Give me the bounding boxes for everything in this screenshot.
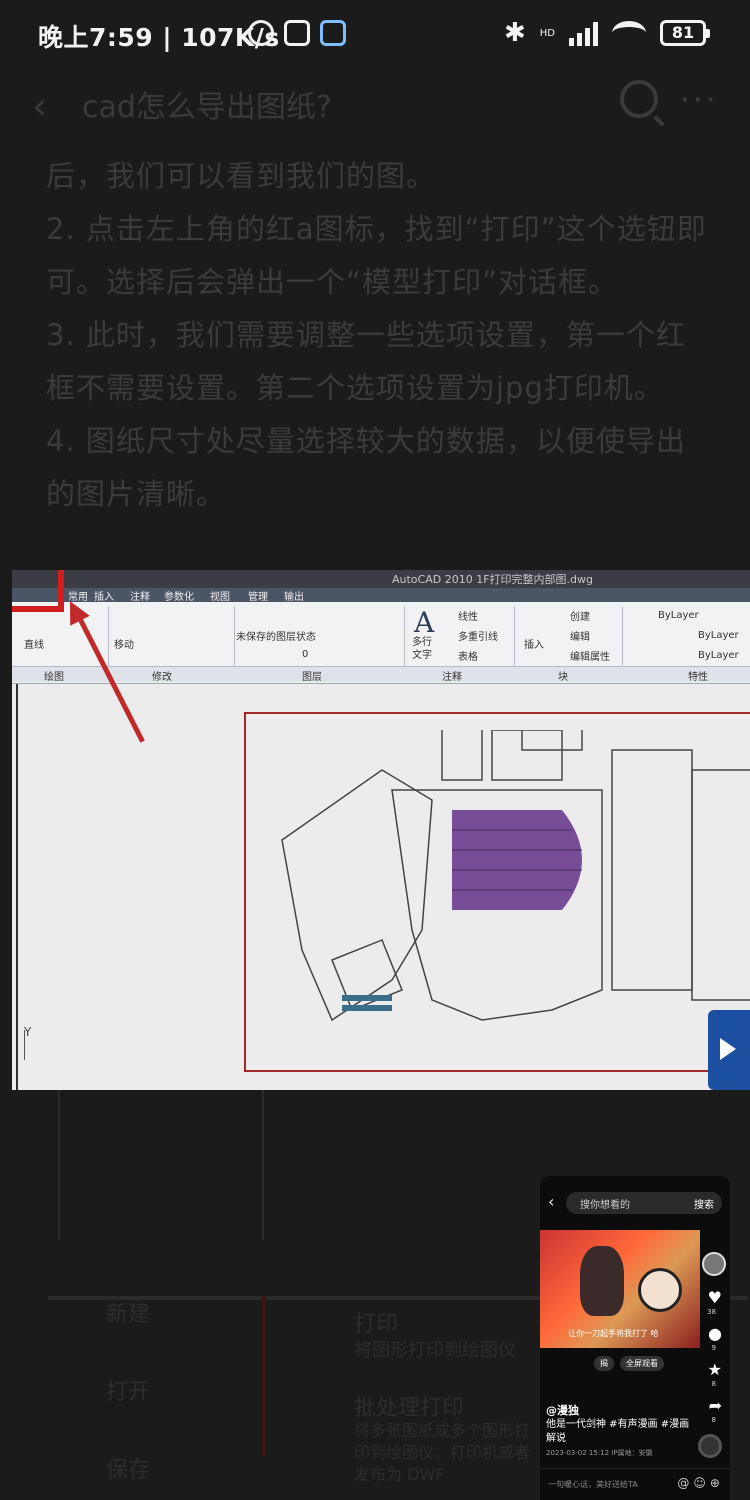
comment-bar[interactable]: 一句暖心话，美好送给TA @☺⊕ bbox=[540, 1468, 730, 1500]
video-play-icon[interactable] bbox=[708, 1010, 750, 1090]
cad-ribbon-label: 移动 bbox=[114, 640, 134, 651]
mini-action-pills: 揭 全屏观看 bbox=[594, 1356, 664, 1371]
cad-ribbon-label: 插入 bbox=[524, 640, 544, 651]
mini-topbar: ‹ 搜你想看的 搜索 bbox=[540, 1190, 730, 1216]
ghost-divider bbox=[58, 1090, 60, 1240]
cad-ribbon-label: ByLayer bbox=[658, 610, 699, 621]
hd-badge: HD bbox=[539, 27, 555, 39]
cad-panel-label: 绘图 bbox=[44, 672, 64, 683]
cad-menu-item: 注释 bbox=[130, 592, 150, 603]
like-count: 38 bbox=[707, 1308, 716, 1316]
cad-panel-label: 块 bbox=[558, 672, 568, 683]
article-image-autocad[interactable]: AutoCAD 2010 1F打印完整内部图.dwg 常用 插入 注释 参数化 … bbox=[12, 570, 750, 1090]
alarm-icon bbox=[248, 20, 274, 46]
cad-panel-label: 注释 bbox=[442, 672, 462, 683]
comment-icon[interactable]: ● bbox=[708, 1324, 722, 1343]
bluetooth-icon: ✱ bbox=[503, 18, 526, 48]
cad-panel-label: 修改 bbox=[152, 672, 172, 683]
cad-menu-item: 管理 bbox=[248, 592, 268, 603]
comment-tools-icon[interactable]: @☺⊕ bbox=[677, 1476, 724, 1490]
video-meta: 2023-03-02 15:12 IP属地：安徽 bbox=[546, 1449, 653, 1457]
chevron-left-icon[interactable]: ‹ bbox=[548, 1192, 554, 1211]
comment-count: 9 bbox=[711, 1344, 716, 1352]
cad-panel-bar bbox=[12, 666, 750, 682]
avatar[interactable] bbox=[702, 1252, 726, 1276]
cad-ribbon-label: 编辑 bbox=[570, 632, 590, 643]
text-icon: A bbox=[414, 606, 435, 639]
cad-ribbon-label: 线性 bbox=[458, 612, 478, 623]
mini-pill[interactable]: 揭 bbox=[594, 1356, 614, 1371]
nav-bar: ‹ cad怎么导出图纸? ··· bbox=[0, 70, 750, 140]
cad-drawing-border bbox=[16, 684, 18, 1090]
cad-menu-item: 参数化 bbox=[164, 592, 194, 603]
status-system-icons: ✱ HD 81 bbox=[503, 18, 710, 48]
cad-ribbon-label: 创建 bbox=[570, 612, 590, 623]
ghost-highlight bbox=[262, 1296, 266, 1456]
cad-floorplan bbox=[281, 730, 750, 1022]
more-icon[interactable]: ··· bbox=[680, 80, 718, 120]
cad-ribbon-label: 0 bbox=[302, 649, 309, 660]
cad-ribbon-label: 编辑属性 bbox=[570, 652, 610, 663]
star-icon[interactable]: ★ bbox=[708, 1360, 722, 1379]
article-paragraph: 3. 此时，我们需要调整一些选项设置，第一个红框不需要设置。第二个选项设置为jp… bbox=[46, 318, 686, 405]
page-title: cad怎么导出图纸? bbox=[82, 90, 332, 125]
battery-level: 81 bbox=[671, 23, 695, 42]
cad-menubar bbox=[12, 588, 750, 602]
heart-icon[interactable]: ♥ bbox=[708, 1288, 722, 1307]
comment-input[interactable]: 一句暖心话，美好送给TA bbox=[548, 1479, 638, 1490]
cad-panel-label: 特性 bbox=[688, 672, 708, 683]
video-character bbox=[638, 1268, 682, 1312]
ghost-menu-batch-desc: 将多张图纸或多个图形打印到绘图仪、打印机或者发布为 DWF bbox=[354, 1421, 531, 1484]
nfc-icon bbox=[284, 20, 310, 46]
music-disc-icon[interactable] bbox=[698, 1434, 722, 1458]
video-author[interactable]: @漫独 bbox=[546, 1402, 579, 1418]
ghost-menu-save: 保存 bbox=[106, 1458, 151, 1483]
cad-menu-item: 插入 bbox=[94, 592, 114, 603]
article-paragraph: 2. 点击左上角的红a图标，找到“打印”这个选钮即可。选择后会弹出一个“模型打印… bbox=[46, 212, 707, 299]
mini-search-button[interactable]: 搜索 bbox=[694, 1196, 714, 1211]
cad-title: AutoCAD 2010 1F打印完整内部图.dwg bbox=[392, 573, 593, 586]
wifi-icon bbox=[612, 21, 646, 45]
article-body: 后，我们可以看到我们的图。 2. 点击左上角的红a图标，找到“打印”这个选钮即可… bbox=[46, 150, 710, 521]
cad-ribbon-label: 多行文字 bbox=[412, 637, 432, 661]
cad-y-axis-label: Y bbox=[24, 1025, 32, 1039]
ghost-menu-print-desc: 将图形打印到绘图仪 bbox=[354, 1340, 516, 1361]
search-icon[interactable] bbox=[620, 80, 658, 118]
battery-icon: 81 bbox=[660, 20, 710, 46]
video-description: 他是一代剑神 #有声漫画 #漫画解说 bbox=[546, 1419, 690, 1444]
status-notification-icons bbox=[248, 20, 346, 46]
cad-y-axis bbox=[24, 1030, 25, 1060]
ghost-menu-print: 打印 bbox=[354, 1312, 399, 1337]
ghost-menu-open: 打开 bbox=[106, 1380, 151, 1405]
cad-ribbon-label: ByLayer bbox=[698, 650, 739, 661]
cad-panel-label: 图层 bbox=[302, 672, 322, 683]
cad-menu-item: 视图 bbox=[210, 592, 230, 603]
status-bar: 晚上7:59 | 107K/s ✱ HD 81 bbox=[0, 0, 750, 70]
floating-video-window[interactable]: ‹ 搜你想看的 搜索 让你一刀起手将我打了 哈 ♥ 38 ● 9 ★ 8 ➦ 8… bbox=[540, 1176, 730, 1500]
share-count: 8 bbox=[711, 1416, 716, 1424]
cad-ribbon-label: 表格 bbox=[458, 652, 478, 663]
ghost-menu-batch: 批处理打印 bbox=[354, 1396, 465, 1421]
share-icon[interactable]: ➦ bbox=[709, 1396, 722, 1415]
signal-icon bbox=[569, 20, 598, 46]
cad-ribbon-label: 直线 bbox=[24, 640, 44, 651]
ghost-menu-new: 新建 bbox=[106, 1302, 151, 1327]
cad-titlebar bbox=[12, 570, 750, 588]
cad-ribbon-label: ByLayer bbox=[698, 630, 739, 641]
cad-menu-item: 输出 bbox=[284, 592, 304, 603]
video-character bbox=[580, 1246, 624, 1316]
article-paragraph: 4. 图纸尺寸处尽量选择较大的数据，以便使导出的图片清晰。 bbox=[46, 424, 686, 511]
back-button[interactable]: ‹ bbox=[32, 84, 47, 128]
fullscreen-button[interactable]: 全屏观看 bbox=[620, 1356, 664, 1371]
cad-ribbon-label: 多重引线 bbox=[458, 632, 498, 643]
star-count: 8 bbox=[711, 1380, 716, 1388]
cad-app-button-highlight bbox=[12, 570, 64, 612]
status-time: 晚上7:59 | 107K/s bbox=[38, 23, 280, 52]
article-paragraph: 后，我们可以看到我们的图。 bbox=[46, 159, 437, 193]
mini-search-placeholder: 搜你想看的 bbox=[580, 1200, 630, 1211]
gallery-icon bbox=[320, 20, 346, 46]
ghost-divider bbox=[262, 1090, 264, 1240]
video-subtitle: 让你一刀起手将我打了 哈 bbox=[568, 1329, 659, 1338]
cad-ribbon-label: 未保存的图层状态 bbox=[236, 632, 316, 643]
